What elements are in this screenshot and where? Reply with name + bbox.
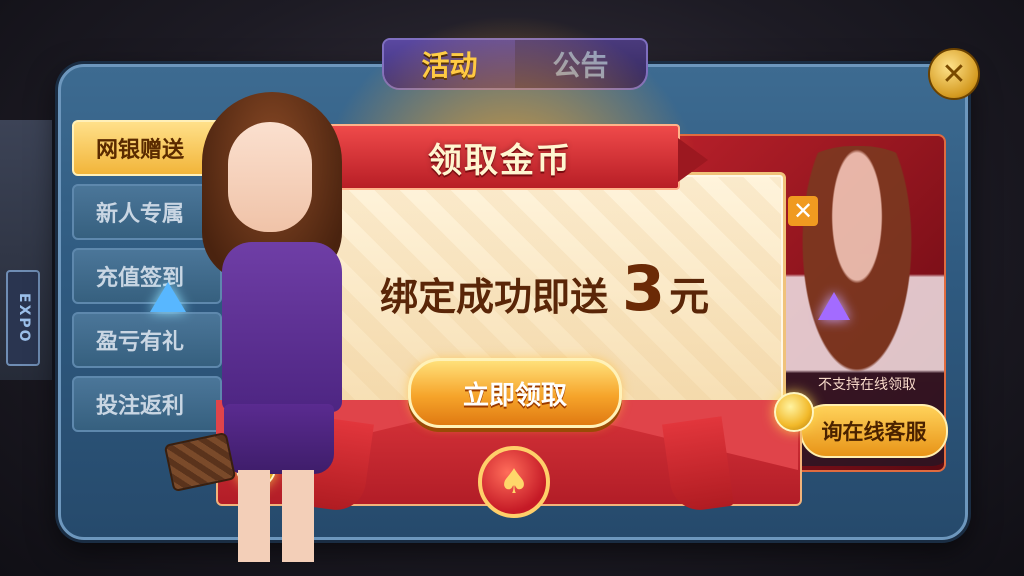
- claim-now-button[interactable]: 立即领取: [408, 358, 622, 428]
- close-panel-button[interactable]: ✕: [928, 48, 980, 100]
- online-service-button[interactable]: 询在线客服: [800, 404, 948, 458]
- reward-unit: 元: [669, 274, 710, 320]
- character-face: [228, 122, 312, 232]
- character-jacket: [222, 242, 342, 412]
- title-ribbon: 领取金币: [292, 124, 708, 190]
- character-legs: [238, 470, 318, 562]
- reward-amount: 3: [622, 252, 666, 325]
- spade-icon: ♠: [498, 462, 530, 502]
- popup-title: 领取金币: [428, 140, 572, 181]
- reward-prefix: 绑定成功即送: [380, 275, 609, 319]
- hostess-character: [163, 92, 368, 562]
- promo-note: 不支持在线领取: [818, 377, 916, 393]
- character-purse: [163, 431, 237, 493]
- purple-crystal-icon: [818, 292, 850, 320]
- expo-sign: EXPO: [6, 270, 40, 366]
- spade-seal-icon: ♠: [478, 446, 550, 518]
- close-icon: ✕: [941, 56, 967, 92]
- gold-coin-icon: [774, 392, 814, 432]
- character-skirt: [224, 404, 334, 474]
- reward-text: 绑定成功即送 3 元: [380, 252, 709, 325]
